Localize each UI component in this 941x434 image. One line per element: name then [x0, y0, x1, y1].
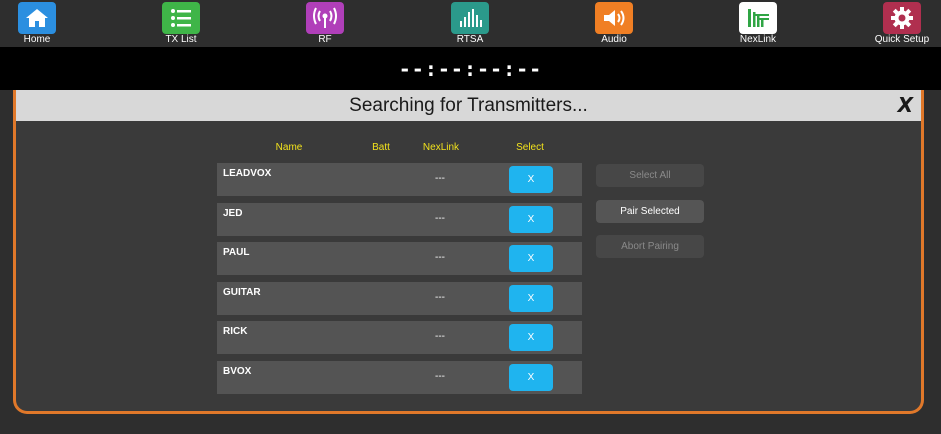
- table-row: GUITAR --- X: [217, 282, 582, 315]
- select-toggle-button[interactable]: X: [509, 285, 553, 312]
- transmitter-name: GUITAR: [223, 287, 261, 298]
- select-toggle-button[interactable]: X: [509, 245, 553, 272]
- nexlink-icon: [739, 2, 777, 34]
- dialog-title: Searching for Transmitters...: [16, 90, 921, 121]
- select-all-button[interactable]: Select All: [596, 164, 704, 187]
- nav-rf[interactable]: RF: [285, 0, 365, 47]
- column-header-nexlink: NexLink: [422, 142, 460, 153]
- select-toggle-button[interactable]: X: [509, 166, 553, 193]
- nav-rtsa[interactable]: RTSA: [430, 0, 510, 47]
- transmitter-name: BVOX: [223, 366, 252, 377]
- nav-home[interactable]: Home: [0, 0, 77, 47]
- column-header-batt: Batt: [372, 142, 390, 153]
- top-nav: Home TX List RF RTSA Audio NexLink Quick…: [0, 0, 941, 47]
- transmitter-name: RICK: [223, 326, 248, 337]
- table-row: LEADVOX --- X: [217, 163, 582, 196]
- gear-icon: [883, 2, 921, 34]
- nexlink-status: ---: [435, 213, 445, 224]
- table-row: PAUL --- X: [217, 242, 582, 275]
- close-button[interactable]: X: [898, 90, 913, 121]
- nav-audio[interactable]: Audio: [574, 0, 654, 47]
- transmitter-name: LEADVOX: [223, 168, 272, 179]
- column-header-name: Name: [275, 142, 303, 153]
- pair-selected-button[interactable]: Pair Selected: [596, 200, 704, 223]
- table-row: JED --- X: [217, 203, 582, 236]
- spectrum-icon: [451, 2, 489, 34]
- table-row: BVOX --- X: [217, 361, 582, 394]
- list-icon: [162, 2, 200, 34]
- nav-quick-setup[interactable]: Quick Setup: [862, 0, 941, 47]
- column-header-select: Select: [516, 142, 544, 153]
- select-toggle-button[interactable]: X: [509, 364, 553, 391]
- nexlink-status: ---: [435, 292, 445, 303]
- transmitter-name: JED: [223, 208, 243, 219]
- nexlink-status: ---: [435, 252, 445, 263]
- transmitter-name: PAUL: [223, 247, 250, 258]
- nexlink-status: ---: [435, 331, 445, 342]
- nexlink-status: ---: [435, 371, 445, 382]
- timecode-bar: --:--:--:--: [0, 47, 941, 90]
- home-icon: [18, 2, 56, 34]
- antenna-icon: [306, 2, 344, 34]
- nexlink-status: ---: [435, 173, 445, 184]
- pairing-dialog: Searching for Transmitters... X Name Bat…: [13, 90, 924, 414]
- select-toggle-button[interactable]: X: [509, 324, 553, 351]
- select-toggle-button[interactable]: X: [509, 206, 553, 233]
- nav-tx-list[interactable]: TX List: [141, 0, 221, 47]
- nav-nexlink[interactable]: NexLink: [718, 0, 798, 47]
- abort-pairing-button[interactable]: Abort Pairing: [596, 235, 704, 258]
- timecode-display: --:--:--:--: [398, 57, 543, 81]
- table-row: RICK --- X: [217, 321, 582, 354]
- speaker-icon: [595, 2, 633, 34]
